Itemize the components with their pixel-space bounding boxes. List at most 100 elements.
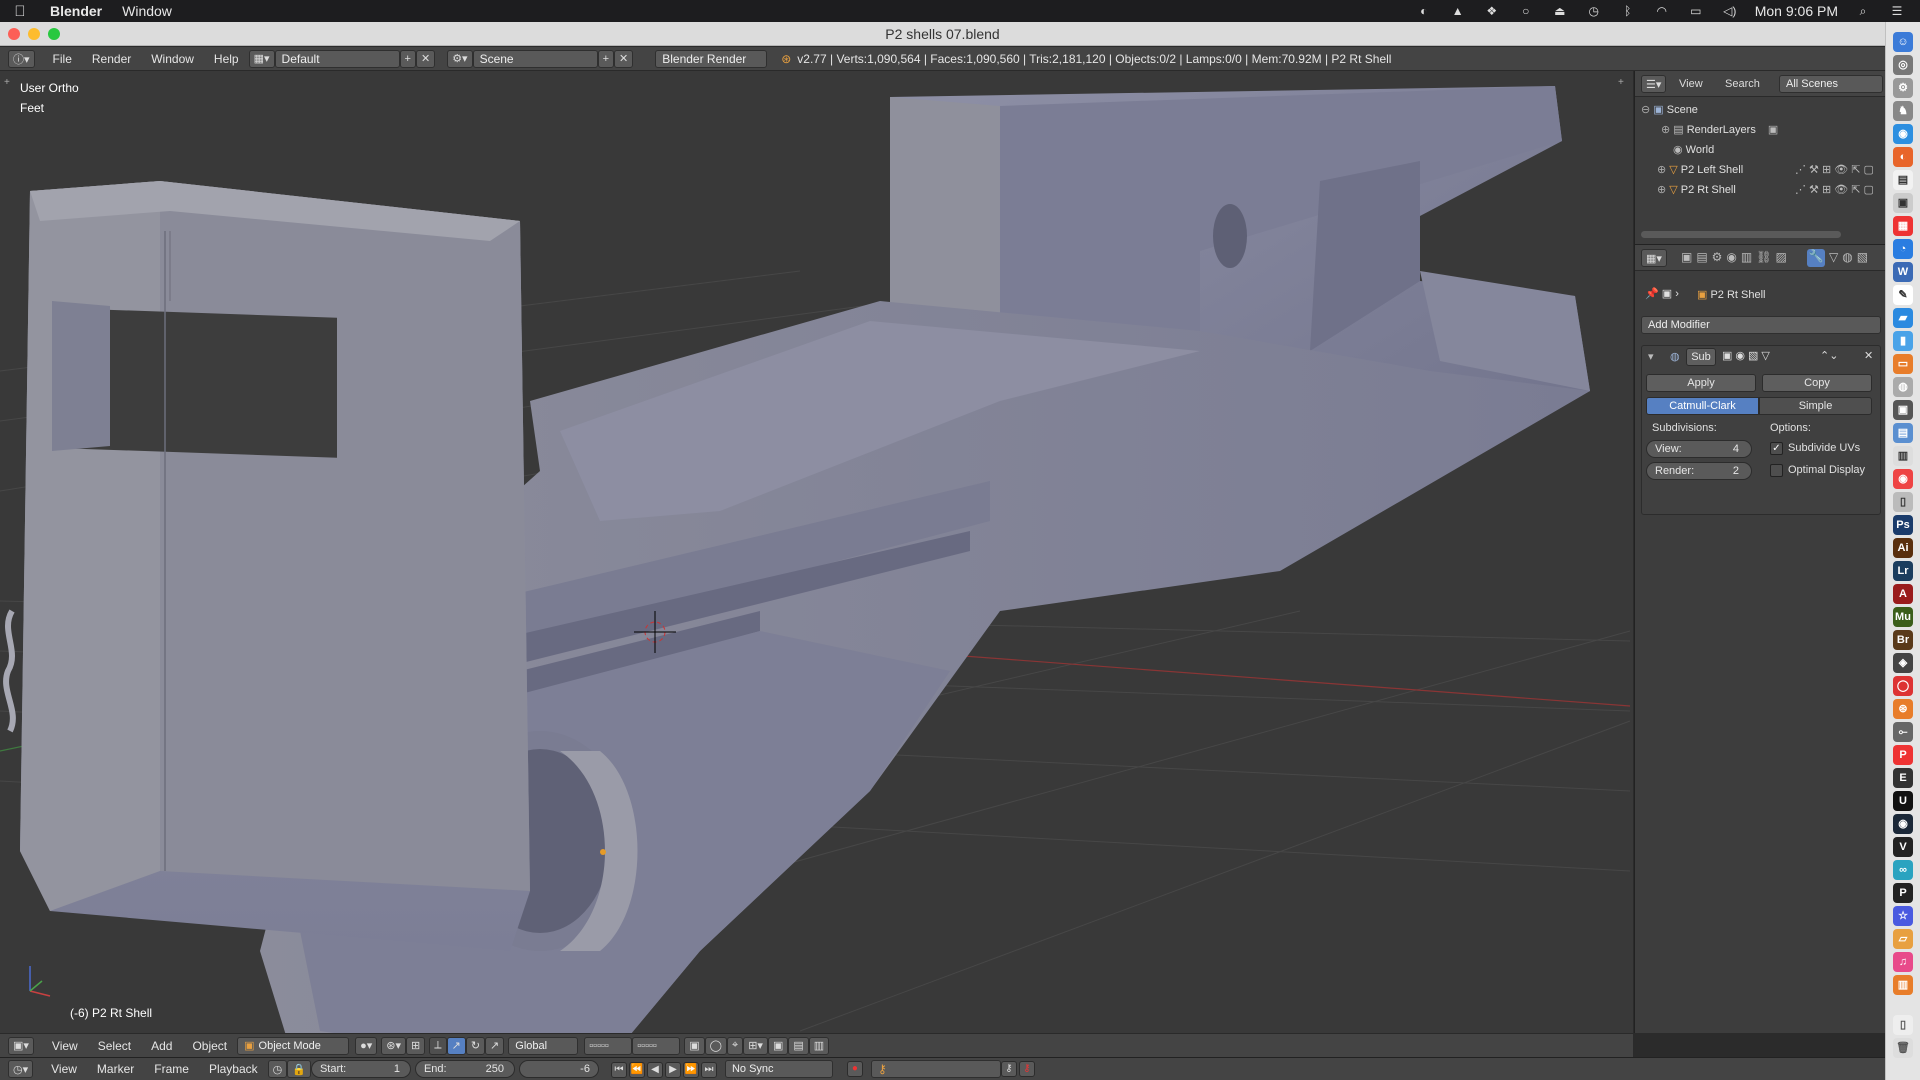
pages-icon[interactable]: ▰ (1893, 308, 1913, 328)
visibility-eye-icon[interactable]: ⋰ ⚒ ⊞ 👁 ⇱ ▢ (1795, 183, 1874, 196)
proportional-edit-icon[interactable]: ◯ (704, 1036, 727, 1055)
infinity-icon[interactable]: ∞ (1893, 860, 1913, 880)
app-menu[interactable]: Blender (40, 3, 112, 19)
chat-icon[interactable]: ○ (1517, 4, 1535, 18)
opengl-render-icon[interactable]: ▤ (788, 1036, 809, 1055)
minimize-window-button[interactable] (28, 28, 40, 40)
blender-icon[interactable]: ⊛ (1893, 699, 1913, 719)
vp-menu-select[interactable]: Select (88, 1039, 141, 1053)
close-window-button[interactable] (8, 28, 20, 40)
tl-menu-marker[interactable]: Marker (87, 1062, 144, 1076)
manipulator-rotate-icon[interactable]: ↗ (446, 1036, 466, 1055)
opengl-anim-icon[interactable]: ▥ (808, 1036, 830, 1055)
time-machine-icon[interactable]: ◷ (1585, 4, 1603, 18)
drive-icon[interactable]: ▲ (1449, 4, 1467, 18)
outliner-menu-search[interactable]: Search (1725, 78, 1760, 90)
manipulator-translate-icon[interactable]: ⟂ (429, 1036, 447, 1055)
remove-screen-icon[interactable]: ✕ (415, 49, 436, 68)
outliner-menu-view[interactable]: View (1679, 78, 1703, 90)
delete-keyframe-icon[interactable]: ⚷ (1018, 1061, 1035, 1077)
tl-menu-view[interactable]: View (41, 1062, 87, 1076)
tl-menu-frame[interactable]: Frame (144, 1062, 199, 1076)
layers-grid-a[interactable]: ▫▫▫▫▫ (584, 1036, 633, 1055)
subdivide-uvs-checkbox[interactable]: ✓ (1770, 442, 1783, 455)
preview-icon[interactable]: ▣ (1893, 193, 1913, 213)
tl-menu-playback[interactable]: Playback (199, 1062, 268, 1076)
object-mode-select[interactable]: ▣ Object Mode (237, 1036, 350, 1055)
next-keyframe-icon[interactable]: ⏩ (682, 1061, 699, 1078)
current-frame-field[interactable]: -6 (518, 1060, 599, 1078)
pivot-point-icon[interactable]: ⊛▾ (381, 1036, 407, 1055)
layers-grid-b[interactable]: ▫▫▫▫▫ (632, 1036, 681, 1055)
timeline-editor-icon[interactable]: ◷▾ (8, 1060, 34, 1078)
calendar-icon[interactable]: ▦ (1893, 216, 1913, 236)
launchpad-icon[interactable]: ◎ (1893, 55, 1913, 75)
acrobat-icon[interactable]: A (1893, 584, 1913, 604)
play-reverse-icon[interactable]: ◀ (646, 1061, 663, 1078)
manipulator-toggle-icon[interactable]: ⊞ (406, 1036, 426, 1055)
illustrator-icon[interactable]: Ai (1893, 538, 1913, 558)
manipulator-extra-icon[interactable]: ↗ (485, 1036, 505, 1055)
finder-icon[interactable]: ☺ (1893, 32, 1913, 52)
volume-icon[interactable]: ◁) (1721, 4, 1739, 18)
word-icon[interactable]: W (1893, 262, 1913, 282)
menu-help[interactable]: Help (204, 52, 249, 66)
screen-layout-icon[interactable]: ▦▾ (248, 49, 275, 68)
copy-button[interactable]: Copy (1762, 374, 1872, 392)
delete-modifier-icon[interactable]: ✕ (1864, 349, 1873, 362)
add-screen-icon[interactable]: + (399, 49, 416, 68)
outliner-scrollbar[interactable] (1641, 231, 1841, 238)
outliner-editor-icon[interactable]: ☰▾ (1641, 75, 1667, 93)
transform-orientation-select[interactable]: Global (508, 1036, 579, 1055)
outliner-row-renderlayers[interactable]: ⊕ ▤ RenderLayers ▣ (1661, 123, 1778, 136)
chrome-icon[interactable]: ◉ (1893, 469, 1913, 489)
outliner-row-p2-left-shell[interactable]: ⊕ ▽ P2 Left Shell ⋰ ⚒ ⊞ 👁 ⇱ ▢ (1657, 163, 1882, 176)
zoom-window-button[interactable] (48, 28, 60, 40)
3d-viewport[interactable]: User Ortho Feet (-6) P2 Rt Shell + + (0, 71, 1633, 1033)
view-levels-field[interactable]: View: 4 (1646, 440, 1752, 458)
end-frame-field[interactable]: End: 250 (414, 1060, 515, 1078)
unity-icon[interactable]: ◈ (1893, 653, 1913, 673)
vp-menu-add[interactable]: Add (141, 1039, 182, 1053)
textedit-icon[interactable]: ✎ (1893, 285, 1913, 305)
notes-icon[interactable]: ▤ (1893, 170, 1913, 190)
play-icon[interactable]: ▶ (664, 1061, 681, 1078)
folder-icon[interactable]: ▱ (1893, 929, 1913, 949)
apply-button[interactable]: Apply (1646, 374, 1756, 392)
data-tab-icons[interactable]: ▽◍▧ (1829, 250, 1872, 264)
visibility-eye-icon[interactable]: ⋰ ⚒ ⊞ 👁 ⇱ ▢ (1795, 163, 1874, 176)
notification-center-icon[interactable]: ☰ (1888, 4, 1906, 18)
keynote-icon[interactable]: ▭ (1893, 354, 1913, 374)
menu-file[interactable]: File (43, 52, 82, 66)
keying-set-field[interactable]: ⚷ (870, 1060, 1001, 1078)
outliner-row-scene[interactable]: ⊖ ▣ Scene (1641, 103, 1698, 116)
scanner-icon[interactable]: ▥ (1893, 446, 1913, 466)
dropbox-icon[interactable]: ❖ (1483, 4, 1501, 18)
snap-icon[interactable]: ⌖ (726, 1036, 744, 1055)
bluetooth-icon[interactable]: ᛒ (1619, 4, 1637, 18)
clock[interactable]: Mon 9:06 PM (1755, 3, 1838, 19)
remove-scene-icon[interactable]: ✕ (614, 49, 634, 68)
viewport-editor-icon[interactable]: ▣▾ (8, 1036, 34, 1055)
catmull-clark-button[interactable]: Catmull-Clark (1646, 397, 1759, 415)
p-app-icon[interactable]: P (1893, 883, 1913, 903)
safari-icon[interactable]: ◉ (1893, 124, 1913, 144)
vectorworks-icon[interactable]: V (1893, 837, 1913, 857)
menu-window[interactable]: Window (141, 52, 204, 66)
collapse-toggle-icon[interactable]: ▾ (1648, 350, 1654, 363)
netflix-icon[interactable]: ◯ (1893, 676, 1913, 696)
lock-layers-icon[interactable]: ▣ (684, 1036, 705, 1055)
numbers-icon[interactable]: ▮ (1893, 331, 1913, 351)
screenshot-icon[interactable]: ▣ (1893, 400, 1913, 420)
epic-icon[interactable]: E (1893, 768, 1913, 788)
steam-icon[interactable]: ◉ (1893, 814, 1913, 834)
viewport-shading-icon[interactable]: ●▾ (355, 1036, 378, 1055)
itunes-icon[interactable]: ♫ (1893, 952, 1913, 972)
render-engine-select[interactable]: Blender Render (655, 49, 768, 68)
connector-icon[interactable]: ⟜ (1893, 722, 1913, 742)
render-levels-field[interactable]: Render: 2 (1646, 462, 1752, 480)
messages-icon[interactable]: ◔ (1893, 239, 1913, 259)
start-frame-field[interactable]: Start: 1 (310, 1060, 411, 1078)
record-icon[interactable]: ● (846, 1061, 863, 1077)
outliner-row-p2-rt-shell[interactable]: ⊕ ▽ P2 Rt Shell ⋰ ⚒ ⊞ 👁 ⇱ ▢ (1657, 183, 1882, 196)
